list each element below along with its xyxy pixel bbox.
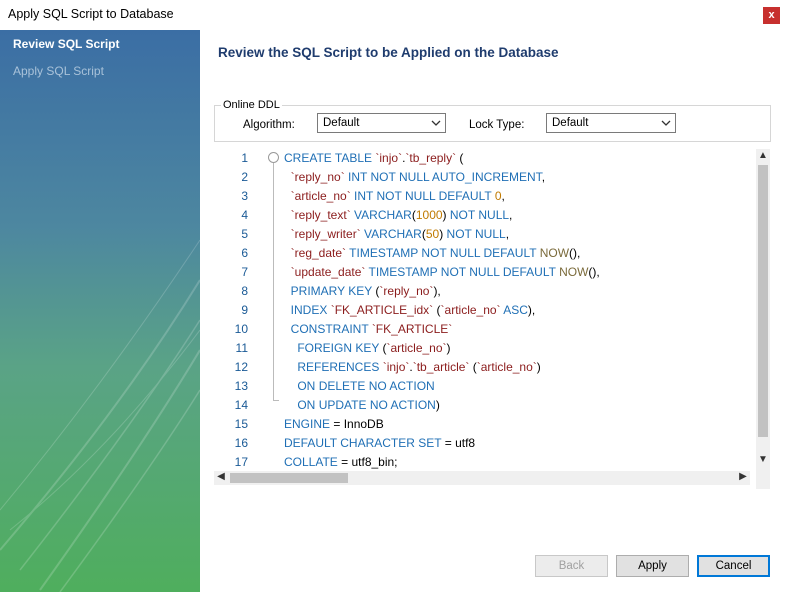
algorithm-label: Algorithm: bbox=[243, 119, 295, 131]
line-number: 10 bbox=[234, 322, 248, 336]
vertical-scrollbar[interactable]: ▲ ▼ bbox=[756, 149, 770, 489]
sidebar-decoration bbox=[0, 239, 200, 592]
main-panel: Review the SQL Script to be Applied on t… bbox=[200, 30, 785, 592]
scroll-right-icon[interactable]: ▶ bbox=[736, 471, 750, 482]
fold-collapse-icon[interactable] bbox=[268, 152, 279, 163]
horizontal-scrollbar[interactable]: ◀ ▶ bbox=[214, 471, 750, 485]
close-button[interactable]: x bbox=[763, 7, 780, 24]
code-line: ENGINE = InnoDB bbox=[284, 417, 384, 431]
code-area[interactable]: CREATE TABLE `injo`.`tb_reply` ( `reply_… bbox=[284, 149, 754, 472]
code-line: PRIMARY KEY (`reply_no`), bbox=[290, 284, 441, 298]
cancel-button[interactable]: Cancel bbox=[697, 555, 770, 577]
code-line: COLLATE = utf8_bin; bbox=[284, 455, 398, 469]
code-line: `reply_writer` VARCHAR(50) NOT NULL, bbox=[290, 227, 510, 241]
line-number: 5 bbox=[241, 227, 248, 241]
code-line: FOREIGN KEY (`article_no`) bbox=[297, 341, 451, 355]
code-line: DEFAULT CHARACTER SET = utf8 bbox=[284, 436, 476, 450]
window-title: Apply SQL Script to Database bbox=[8, 7, 174, 21]
code-line: ON DELETE NO ACTION bbox=[297, 379, 435, 393]
scroll-up-icon[interactable]: ▲ bbox=[756, 150, 770, 161]
code-line: `reply_no` INT NOT NULL AUTO_INCREMENT, bbox=[290, 170, 546, 184]
code-line: REFERENCES `injo`.`tb_article` (`article… bbox=[297, 360, 541, 374]
lock-type-select[interactable]: Default bbox=[546, 113, 676, 133]
code-line: INDEX `FK_ARTICLE_idx` (`article_no` ASC… bbox=[290, 303, 536, 317]
line-number: 16 bbox=[234, 436, 248, 450]
line-number: 17 bbox=[234, 455, 248, 469]
code-line: CONSTRAINT `FK_ARTICLE` bbox=[290, 322, 453, 336]
line-number: 9 bbox=[241, 303, 248, 317]
line-number: 7 bbox=[241, 265, 248, 279]
code-line: `update_date` TIMESTAMP NOT NULL DEFAULT… bbox=[290, 265, 600, 279]
close-icon: x bbox=[768, 9, 775, 21]
lock-type-value: Default bbox=[552, 117, 589, 129]
line-number: 15 bbox=[234, 417, 248, 431]
line-number: 3 bbox=[241, 189, 248, 203]
fold-guide-end bbox=[273, 400, 279, 401]
line-number: 2 bbox=[241, 170, 248, 184]
code-line: ON UPDATE NO ACTION) bbox=[297, 398, 440, 412]
horizontal-scroll-thumb[interactable] bbox=[230, 473, 348, 483]
vertical-scroll-thumb[interactable] bbox=[758, 165, 768, 437]
fold-guide bbox=[273, 163, 274, 400]
line-number: 4 bbox=[241, 208, 248, 222]
scroll-down-icon[interactable]: ▼ bbox=[756, 454, 770, 465]
line-number: 8 bbox=[241, 284, 248, 298]
online-ddl-group: Online DDL Algorithm: Default Lock Type:… bbox=[214, 99, 771, 142]
back-button[interactable]: Back bbox=[535, 555, 608, 577]
line-number: 11 bbox=[235, 341, 248, 355]
online-ddl-legend: Online DDL bbox=[221, 99, 282, 111]
code-line: `reg_date` TIMESTAMP NOT NULL DEFAULT NO… bbox=[290, 246, 581, 260]
apply-button[interactable]: Apply bbox=[616, 555, 689, 577]
lock-type-label: Lock Type: bbox=[469, 119, 525, 131]
chevron-down-icon bbox=[661, 120, 671, 126]
line-number-gutter: 1 2 3 4 5 6 7 8 9 10 11 12 13 14 15 16 17 bbox=[214, 149, 262, 472]
line-number: 12 bbox=[234, 360, 248, 374]
wizard-sidebar: Review SQL Script Apply SQL Script bbox=[0, 30, 200, 592]
algorithm-select[interactable]: Default bbox=[317, 113, 446, 133]
code-line: `article_no` INT NOT NULL DEFAULT 0, bbox=[290, 189, 505, 203]
sql-script-editor[interactable]: 1 2 3 4 5 6 7 8 9 10 11 12 13 14 15 16 17 CREATE TABLE `… bbox=[214, 149, 770, 489]
line-number: 1 bbox=[241, 151, 248, 165]
step-review-sql-script: Review SQL Script bbox=[13, 37, 120, 51]
title-bar: Apply SQL Script to Database x bbox=[0, 0, 785, 30]
line-number: 6 bbox=[241, 246, 248, 260]
chevron-down-icon bbox=[431, 120, 441, 126]
line-number: 14 bbox=[234, 398, 248, 412]
step-apply-sql-script: Apply SQL Script bbox=[13, 64, 104, 78]
code-line: CREATE TABLE `injo`.`tb_reply` ( bbox=[284, 151, 464, 165]
scroll-left-icon[interactable]: ◀ bbox=[214, 471, 228, 482]
line-number: 13 bbox=[234, 379, 248, 393]
page-heading: Review the SQL Script to be Applied on t… bbox=[218, 45, 559, 60]
algorithm-value: Default bbox=[323, 117, 360, 129]
code-line: `reply_text` VARCHAR(1000) NOT NULL, bbox=[290, 208, 513, 222]
